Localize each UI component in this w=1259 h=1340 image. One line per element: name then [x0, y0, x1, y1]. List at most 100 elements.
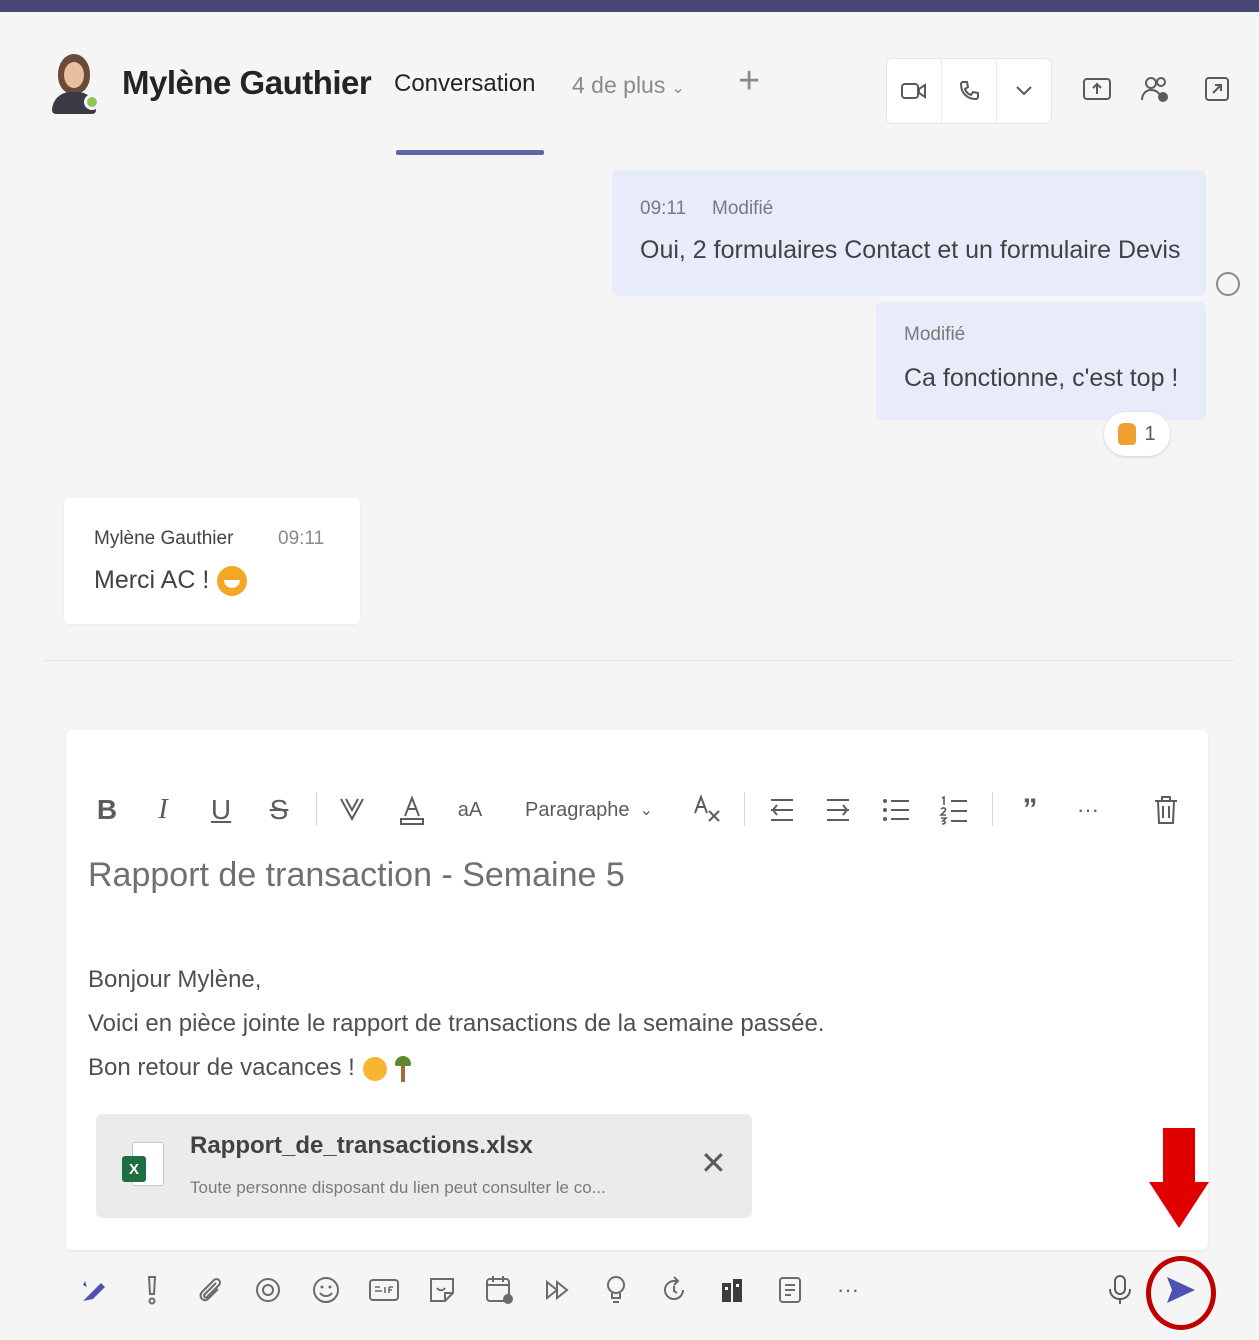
stream-button[interactable] [538, 1270, 578, 1310]
app-top-bar [0, 0, 1259, 12]
gif-button[interactable] [364, 1270, 404, 1310]
attachment-permission-text[interactable]: Toute personne disposant du lien peut co… [190, 1178, 606, 1198]
tab-conversation[interactable]: Conversation [394, 70, 535, 98]
call-button-group [886, 58, 1052, 124]
voice-message-button[interactable] [1104, 1270, 1136, 1310]
numbered-list-icon [939, 795, 967, 825]
sticker-icon [430, 1278, 454, 1302]
more-options-button[interactable]: ··· [1068, 780, 1108, 840]
font-color-button[interactable] [394, 780, 430, 840]
sent-message[interactable]: Modifié Ca fonctionne, c'est top ! [876, 302, 1206, 420]
audio-call-button[interactable] [942, 59, 997, 123]
forms-app-button[interactable] [770, 1270, 810, 1310]
message-body-line-row[interactable]: Bon retour de vacances ! [88, 1054, 411, 1082]
chat-header: Mylène Gauthier Conversation 4 de plus ⌄ … [0, 12, 1259, 155]
quote-button[interactable]: ” [1010, 780, 1050, 840]
clear-formatting-icon [694, 794, 720, 822]
compose-box[interactable]: B I U S aA Paragraphe ⌄ ” ··· Rapport de… [66, 730, 1208, 1250]
bulleted-list-icon [883, 799, 909, 821]
sent-message[interactable]: 09:11 Modifié Oui, 2 formulaires Contact… [612, 170, 1206, 296]
emoji-button[interactable] [306, 1270, 346, 1310]
video-camera-icon [901, 83, 926, 99]
forms-icon [779, 1277, 801, 1303]
close-icon: ✕ [700, 1145, 727, 1181]
more-apps-button[interactable]: ··· [828, 1270, 868, 1310]
annotation-arrow-down-icon [1149, 1182, 1209, 1228]
call-options-button[interactable] [997, 59, 1051, 123]
underline-button[interactable]: U [204, 780, 238, 840]
add-people-button[interactable] [1138, 72, 1172, 106]
message-text-row: Merci AC ! [94, 566, 248, 597]
annotation-arrow-shaft [1163, 1128, 1195, 1184]
message-text: Oui, 2 formulaires Contact et un formula… [640, 236, 1181, 264]
numbered-list-button[interactable] [934, 780, 974, 840]
tab-more-dropdown[interactable]: 4 de plus ⌄ [572, 72, 685, 99]
paragraph-label: Paragraphe [525, 798, 630, 821]
send-button[interactable] [1159, 1266, 1203, 1314]
format-button[interactable] [74, 1270, 114, 1310]
compose-actions-bar: ··· [66, 1262, 1208, 1320]
highlight-button[interactable] [334, 780, 370, 840]
send-icon [1167, 1277, 1195, 1303]
message-body-line[interactable]: Bonjour Mylène, [88, 966, 261, 994]
app-building-icon [722, 1279, 742, 1302]
font-size-button[interactable]: aA [452, 780, 488, 840]
approvals-button[interactable] [654, 1270, 694, 1310]
lightbulb-icon [607, 1276, 625, 1303]
add-tab-button[interactable]: + [738, 60, 760, 103]
video-call-button[interactable] [887, 59, 942, 123]
message-text: Ca fonctionne, c'est top ! [904, 364, 1179, 392]
strikethrough-button[interactable]: S [262, 780, 296, 840]
sender-name: Mylène Gauthier [94, 528, 234, 549]
edited-label: Modifié [712, 198, 774, 219]
office-app-button[interactable] [712, 1270, 752, 1310]
font-size-icon: aA [457, 798, 483, 821]
praise-button[interactable] [596, 1270, 636, 1310]
attachment-file-name[interactable]: Rapport_de_transactions.xlsx [190, 1132, 533, 1160]
avatar-face [64, 62, 84, 88]
tab-more-label: 4 de plus [572, 72, 666, 98]
people-add-icon [1141, 77, 1168, 102]
bold-button[interactable]: B [90, 780, 124, 840]
read-receipt-icon [1216, 272, 1240, 296]
microphone-icon [1109, 1275, 1131, 1304]
paragraph-dropdown[interactable]: Paragraphe ⌄ [514, 780, 664, 840]
decrease-indent-icon [771, 799, 793, 821]
strikethrough-icon: S [269, 794, 289, 825]
decrease-indent-button[interactable] [762, 780, 802, 840]
ellipsis-icon: ··· [837, 1277, 859, 1302]
format-pen-icon [83, 1281, 105, 1301]
ellipsis-icon: ··· [1077, 797, 1099, 822]
bold-icon: B [96, 794, 118, 825]
increase-indent-button[interactable] [818, 780, 858, 840]
schedule-meeting-button[interactable] [480, 1270, 520, 1310]
remove-attachment-button[interactable]: ✕ [700, 1144, 727, 1182]
avatar[interactable] [48, 52, 100, 114]
italic-button[interactable]: I [146, 780, 180, 840]
phone-icon [959, 81, 979, 101]
message-time: 09:11 [640, 198, 687, 219]
discard-button[interactable] [1146, 780, 1186, 840]
clear-formatting-button[interactable] [688, 780, 728, 840]
bulleted-list-button[interactable] [876, 780, 916, 840]
share-screen-button[interactable] [1080, 72, 1114, 106]
attachment-card[interactable]: X Rapport_de_transactions.xlsx Toute per… [96, 1114, 752, 1218]
message-body-line[interactable]: Voici en pièce jointe le rapport de tran… [88, 1010, 824, 1038]
attach-file-button[interactable] [190, 1270, 230, 1310]
subject-field[interactable]: Rapport de transaction - Semaine 5 [88, 856, 625, 895]
active-tab-indicator [396, 150, 544, 155]
calendar-icon [486, 1276, 513, 1304]
toolbar-separator [744, 792, 745, 826]
important-button[interactable] [132, 1270, 172, 1310]
presence-available-icon [84, 94, 100, 110]
underline-icon: U [210, 794, 232, 825]
received-message[interactable]: Mylène Gauthier 09:11 Merci AC ! [64, 498, 360, 624]
trash-icon [1155, 796, 1177, 824]
contact-name[interactable]: Mylène Gauthier [122, 64, 372, 102]
sticker-button[interactable] [422, 1270, 462, 1310]
pop-out-chat-button[interactable] [1200, 72, 1234, 106]
loop-component-button[interactable] [248, 1270, 288, 1310]
like-reaction[interactable]: 1 [1104, 412, 1170, 456]
loop-icon [256, 1278, 280, 1302]
stream-icon [546, 1279, 569, 1301]
